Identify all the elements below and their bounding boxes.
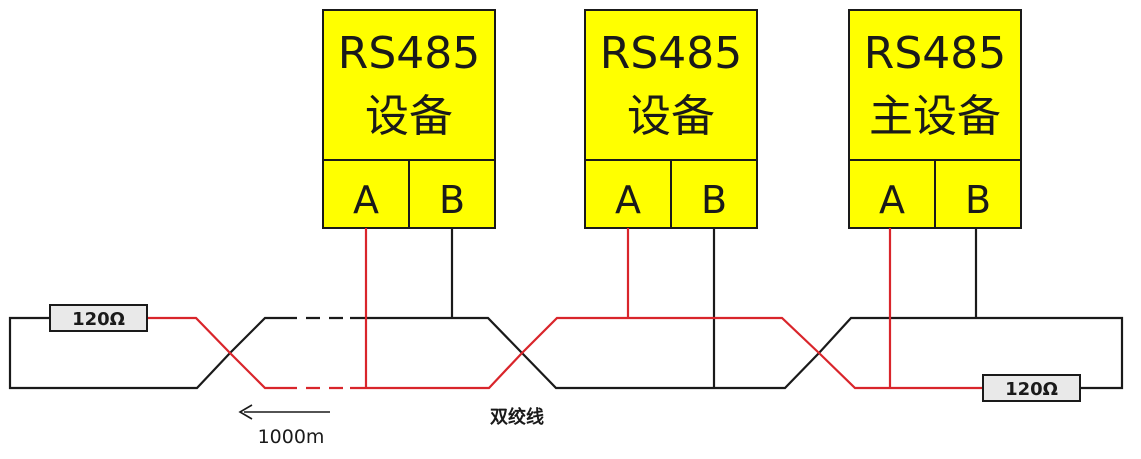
device-2-title-line2: 设备 (627, 91, 715, 142)
device-2: RS485 设备 A B (584, 9, 758, 229)
device-3-title-line1: RS485 (864, 28, 1006, 79)
device-1-pin-a: A (353, 178, 379, 222)
device-3-master: RS485 主设备 A B (848, 9, 1022, 229)
device-1-title-line2: 设备 (365, 91, 453, 142)
device-2-title-line1: RS485 (600, 28, 742, 79)
wire-a-left (147, 316, 283, 390)
device-2-pin-a: A (615, 178, 641, 222)
wire-a (147, 228, 983, 390)
arrow-left-icon (238, 404, 330, 420)
wire-b (8, 228, 1124, 390)
device-1-pin-b: B (439, 178, 465, 222)
device-1-title-line1: RS485 (338, 28, 480, 79)
resistor-left: 120Ω (49, 304, 148, 332)
device-3-pin-a: A (879, 178, 905, 222)
distance-label: 1000m (258, 426, 325, 448)
resistor-right-label: 120Ω (1005, 379, 1058, 400)
device-2-pin-b: B (701, 178, 727, 222)
device-3-pin-b: B (965, 178, 991, 222)
resistor-left-label: 120Ω (72, 309, 125, 330)
twisted-pair-label: 双绞线 (490, 406, 544, 428)
rs485-wiring-diagram: RS485 设备 A B RS485 设备 A B RS485 主设备 A B (8, 9, 1124, 448)
wire-a-main (350, 316, 983, 390)
device-1: RS485 设备 A B (322, 9, 496, 229)
resistor-right: 120Ω (982, 374, 1081, 402)
device-3-title-line2: 主设备 (869, 91, 1001, 142)
wire-b-to-dash (229, 316, 283, 354)
distance-indicator: 1000m (238, 404, 330, 448)
